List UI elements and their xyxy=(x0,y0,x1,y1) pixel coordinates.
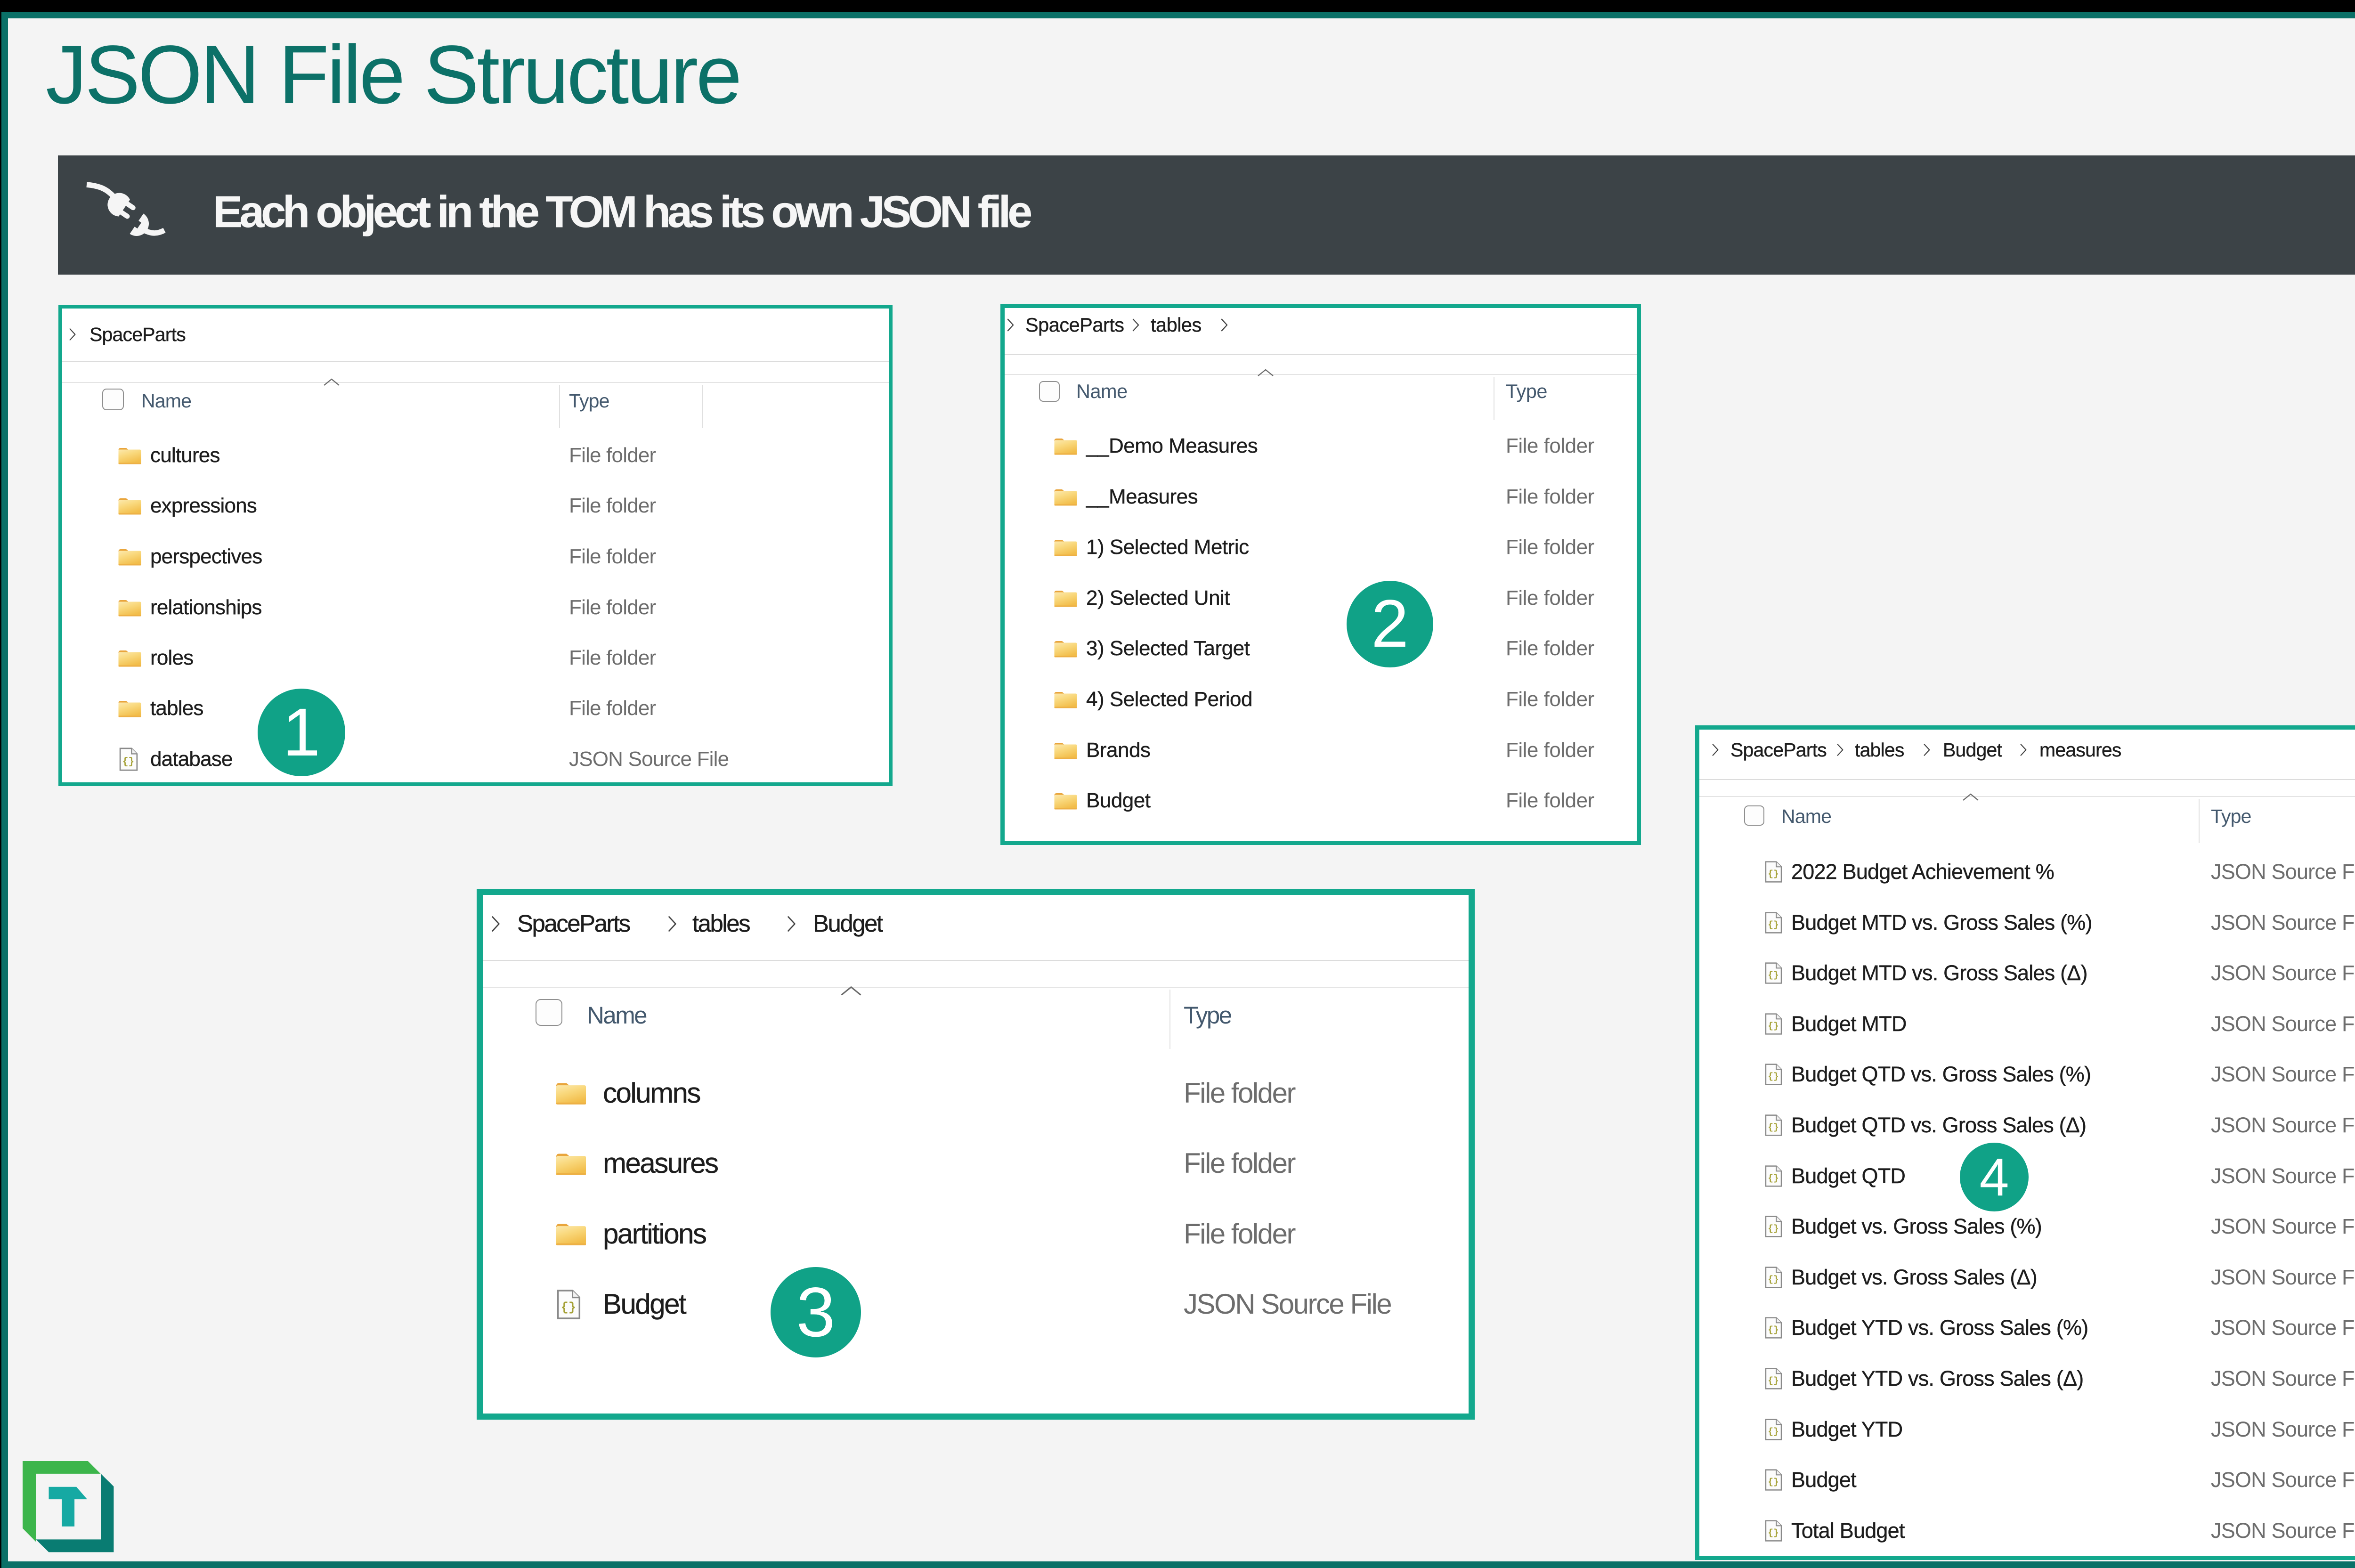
svg-text:{}: {} xyxy=(1768,1122,1778,1133)
svg-text:{}: {} xyxy=(1768,1427,1778,1437)
svg-text:{}: {} xyxy=(561,1301,576,1315)
svg-text:{}: {} xyxy=(1768,869,1778,879)
svg-text:{}: {} xyxy=(1768,1021,1778,1032)
svg-text:{}: {} xyxy=(1768,1072,1778,1082)
svg-text:{}: {} xyxy=(122,756,134,768)
svg-text:{}: {} xyxy=(1768,920,1778,930)
svg-text:{}: {} xyxy=(1768,1173,1778,1184)
svg-text:{}: {} xyxy=(1768,1275,1778,1285)
svg-text:{}: {} xyxy=(1768,1325,1778,1335)
svg-text:{}: {} xyxy=(1768,1224,1778,1234)
svg-text:{}: {} xyxy=(1768,1477,1778,1487)
svg-text:{}: {} xyxy=(1768,1528,1778,1538)
svg-text:{}: {} xyxy=(1768,970,1778,981)
svg-text:{}: {} xyxy=(1768,1376,1778,1386)
